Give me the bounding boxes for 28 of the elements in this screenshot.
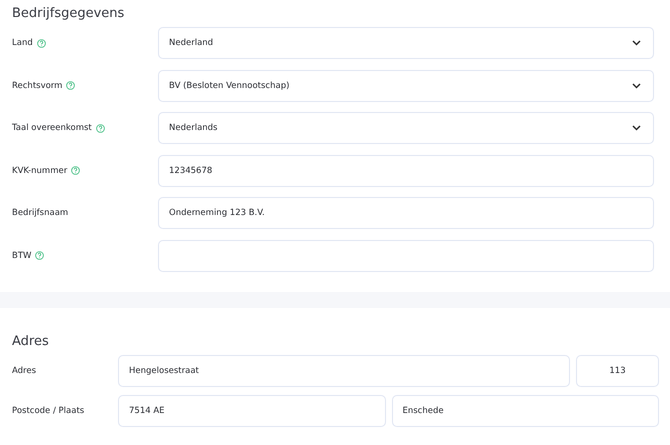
chevron-down-icon xyxy=(632,125,641,131)
chevron-down-icon xyxy=(632,82,641,88)
input-field[interactable]: Onderneming 123 B.V. xyxy=(158,197,654,229)
section-title: Bedrijfsgegevens xyxy=(12,6,126,22)
field-label: Land xyxy=(12,38,33,48)
input-field[interactable] xyxy=(158,240,654,272)
help-icon[interactable] xyxy=(96,124,105,132)
help-icon[interactable] xyxy=(36,38,46,48)
help-icon[interactable] xyxy=(35,251,44,260)
field-label: BTW xyxy=(12,250,32,260)
field-label: Taal overeenkomst xyxy=(12,123,92,133)
dropdown[interactable]: BV (Besloten Vennootschap) xyxy=(158,70,654,102)
help-icon[interactable] xyxy=(71,166,80,175)
field-label: Adres xyxy=(12,366,38,376)
input-field[interactable]: 7514 AE xyxy=(118,394,386,426)
input-field[interactable]: Enschede xyxy=(392,394,659,426)
field-label: Postcode / Plaats xyxy=(12,406,86,416)
field-label: Bedrijfsnaam xyxy=(12,208,68,218)
input-field[interactable]: 12345678 xyxy=(158,154,654,186)
dropdown[interactable]: Nederland xyxy=(158,27,654,59)
field-label: KVK-nummer xyxy=(12,166,68,176)
input-field[interactable]: 113 xyxy=(576,354,659,386)
help-icon[interactable] xyxy=(66,81,76,90)
chevron-down-icon xyxy=(632,40,641,46)
dropdown[interactable]: Nederlands xyxy=(158,112,654,144)
input-field[interactable]: Hengelosestraat xyxy=(118,354,570,386)
field-label: Rechtsvorm xyxy=(12,80,62,90)
section-title: Adres xyxy=(12,334,50,350)
